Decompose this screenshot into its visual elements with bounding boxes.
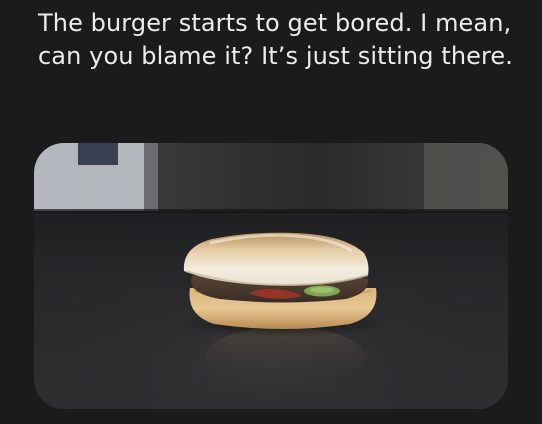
burger-photo[interactable] [34,143,508,409]
message-caption: The burger starts to get bored. I mean, … [38,9,514,70]
burger-photo-image [34,143,508,409]
